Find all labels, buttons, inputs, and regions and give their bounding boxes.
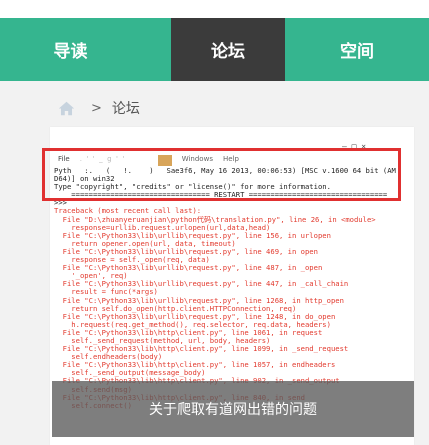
main-nav: 导读 论坛 空间 [0, 18, 429, 81]
tab-label: 空间 [340, 42, 374, 62]
console-line: File "C:\Python33\lib\urllib\request.py"… [54, 247, 318, 256]
console-line: File "D:\zhuanyeruanjian\python代码\transl… [54, 215, 376, 224]
console-line: File "C:\Python33\lib\urllib\request.py"… [54, 312, 336, 321]
tab-luntan[interactable]: 论坛 [171, 18, 285, 81]
console-line: File "C:\Python33\lib\http\client.py", l… [54, 361, 336, 370]
python-console-output: Pyth :. ( !. ) Sae3f6, May 16 2013, 00:0… [54, 167, 410, 410]
console-line: h.request(req.get_method(), req.selector… [54, 320, 331, 329]
top-strip [0, 0, 429, 18]
post-caption[interactable]: 关于爬取有道网出错的问题 [52, 381, 414, 437]
console-line: File "C:\Python33\lib\http\client.py", l… [54, 345, 349, 354]
highlight-box [42, 148, 401, 201]
console-line: self._send_request(method, url, body, he… [54, 336, 271, 345]
tab-label: 论坛 [211, 42, 245, 62]
console-line: File "C:\Python33\lib\urllib\request.py"… [54, 264, 323, 273]
console-line: File "C:\Python33\lib\urllib\request.py"… [54, 296, 344, 305]
caption-text: 关于爬取有道网出错的问题 [149, 402, 317, 418]
console-line: return self.do_open(http.client.HTTPConn… [54, 304, 297, 313]
console-line: Traceback (most recent call last): [54, 207, 202, 216]
breadcrumb-separator: > [91, 100, 102, 116]
console-line: File "C:\Python33\lib\urllib\request.py"… [54, 280, 349, 289]
console-line: File "C:\Python33\lib\urllib\request.py"… [54, 231, 331, 240]
console-line: self._send_output(message_body) [54, 369, 206, 378]
console-line: '_open', req) [54, 272, 128, 281]
console-line: self.endheaders(body) [54, 353, 163, 362]
breadcrumb: > 论坛 [58, 96, 140, 120]
console-line: File "C:\Python33\lib\http\client.py", l… [54, 328, 323, 337]
tab-label: 导读 [53, 42, 88, 62]
home-icon[interactable] [58, 100, 75, 117]
console-line: response=urllib.request.urlopen(url,data… [54, 223, 271, 232]
tab-kongjian[interactable]: 空间 [285, 18, 429, 81]
console-line: response = self._open(req, data) [54, 256, 210, 265]
tab-daodu[interactable]: 导读 [0, 18, 171, 81]
console-line: return opener.open(url, data, timeout) [54, 239, 236, 248]
breadcrumb-current[interactable]: 论坛 [112, 98, 140, 118]
console-line: result = func(*args) [54, 288, 158, 297]
